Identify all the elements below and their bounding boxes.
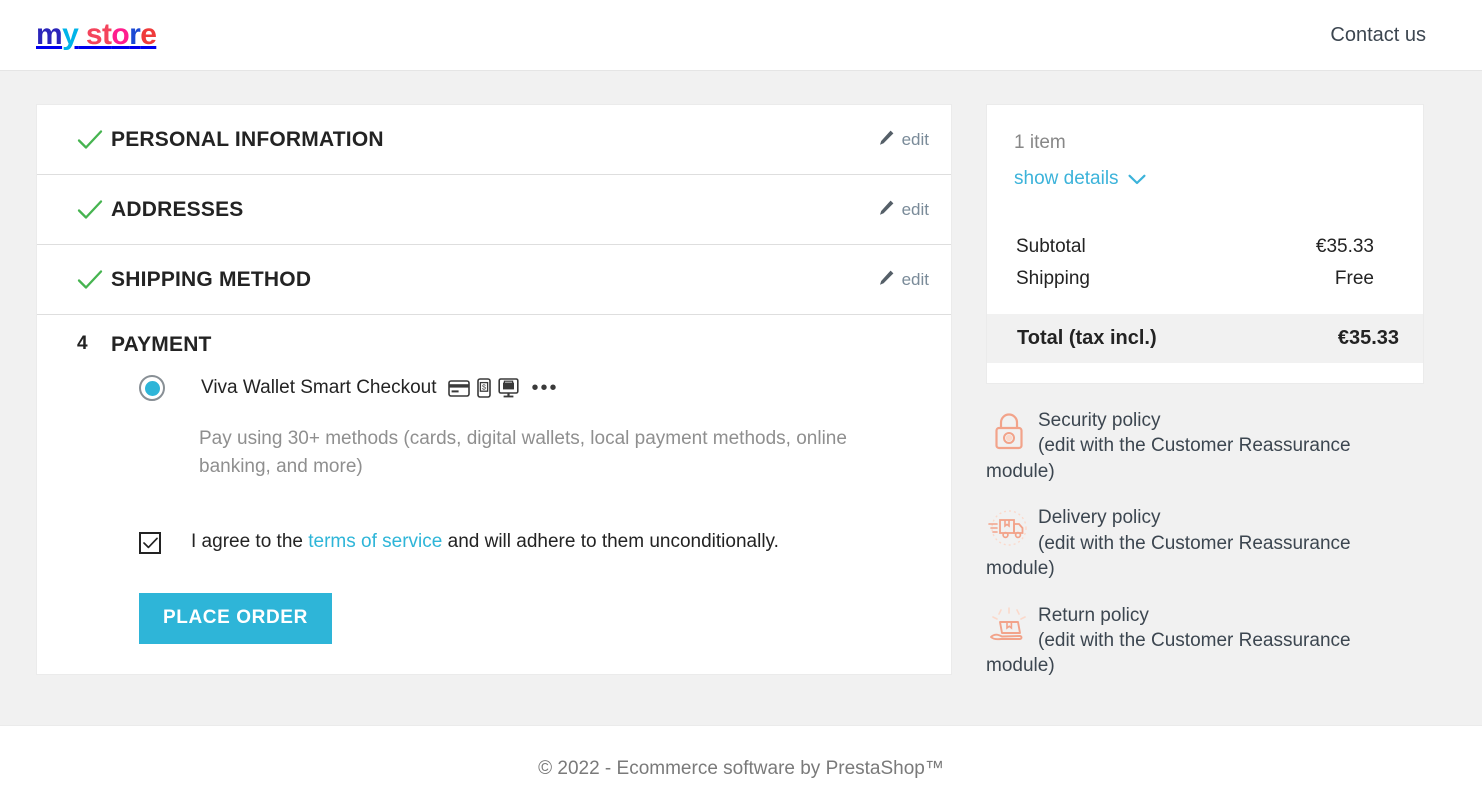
checkout-step-addresses[interactable]: Addresses edit [37,175,951,245]
order-summary-card: 1 item show details Subtotal €35.33 Ship… [986,104,1424,384]
summary-row-subtotal: Subtotal €35.33 [1016,231,1374,263]
site-footer: © 2022 - Ecommerce software by PrestaSho… [0,725,1482,811]
svg-text:$: $ [483,384,487,391]
check-icon [77,199,111,221]
copyright-text: © 2022 - Ecommerce software by PrestaSho… [538,757,944,779]
checkout-step-personal-information[interactable]: Personal Information edit [37,105,951,175]
edit-label: edit [901,129,929,149]
pencil-icon [878,269,895,291]
edit-shipping-method-link[interactable]: edit [878,269,929,291]
edit-label: edit [901,269,929,289]
step-title: Shipping Method [111,267,312,291]
pencil-icon [878,199,895,221]
logo-letters-st: st [78,18,112,51]
step-title: Personal Information [111,127,384,151]
checkout-page: Personal Information edit Addresses [0,71,1482,679]
policy-subtitle: (edit with the Customer Reassurance modu… [986,532,1351,580]
policy-subtitle: (edit with the Customer Reassurance modu… [986,629,1351,677]
summary-total-value: €35.33 [1337,326,1399,349]
pencil-icon [878,129,895,151]
policy-title: Return policy [1038,604,1149,626]
site-header: my store Contact us [0,0,1482,71]
payment-body: Viva Wallet Smart Checkout $ ••• Pay usi… [37,375,951,674]
summary-row-value: Free [1334,267,1374,289]
show-details-toggle[interactable]: show details [1014,168,1146,190]
logo-letter-r: r [129,18,141,51]
terms-suffix: and will adhere to them unconditionally. [442,531,779,553]
logo-letter-y: y [62,18,79,51]
check-icon [77,269,111,291]
checkout-step-shipping-method[interactable]: Shipping Method edit [37,245,951,315]
edit-personal-information-link[interactable]: edit [878,129,929,151]
logo-letter-m: m [36,18,63,51]
checkout-card: Personal Information edit Addresses [36,104,952,675]
payment-method-icons: $ ••• [448,378,558,398]
site-logo[interactable]: my store [36,18,157,51]
credit-card-icon [448,379,471,397]
payment-option-label: Viva Wallet Smart Checkout [201,377,437,398]
payment-option-viva-wallet[interactable]: Viva Wallet Smart Checkout $ ••• [77,375,929,401]
terms-prefix: I agree to the [191,531,309,553]
online-payment-icon [498,378,520,398]
payment-radio-viva-wallet[interactable] [139,375,165,401]
policy-title: Delivery policy [1038,507,1161,529]
step-number: 4 [77,333,88,354]
return-box-icon [986,603,1032,649]
policy-block-return: Return policy (edit with the Customer Re… [986,603,1424,679]
mobile-payment-icon: $ [477,378,492,398]
summary-total-row: Total (tax incl.) €35.33 [987,313,1423,363]
terms-agreement-row: I agree to the terms of service and will… [139,529,929,556]
radio-selected-dot [144,380,160,396]
show-details-label: show details [1014,168,1119,189]
summary-total-label: Total (tax incl.) [1017,326,1157,349]
policy-title: Security policy [1038,409,1161,431]
lock-icon [986,408,1032,454]
place-order-button[interactable]: Place order [139,592,332,644]
check-icon [77,129,111,151]
checkmark-icon [142,537,158,549]
chevron-down-icon [1128,174,1146,185]
logo-letter-o: o [111,18,130,51]
logo-letter-e: e [140,18,157,51]
summary-lines: Subtotal €35.33 Shipping Free [1014,231,1396,295]
summary-row-shipping: Shipping Free [1016,263,1374,295]
edit-label: edit [901,199,929,219]
policy-block-delivery: Delivery policy (edit with the Customer … [986,505,1424,581]
summary-row-value: €35.33 [1315,236,1374,257]
delivery-truck-icon [986,505,1032,551]
step-title: Addresses [111,197,244,221]
terms-checkbox[interactable] [139,532,161,555]
checkout-steps-column: Personal Information edit Addresses [36,104,952,675]
terms-text: I agree to the terms of service and will… [191,529,779,556]
step-title: Payment [111,333,212,356]
summary-row-label: Shipping [1016,267,1090,289]
edit-addresses-link[interactable]: edit [878,199,929,221]
payment-option-description: Pay using 30+ methods (cards, digital wa… [199,428,847,478]
summary-row-label: Subtotal [1016,236,1086,257]
policy-subtitle: (edit with the Customer Reassurance modu… [986,435,1351,482]
contact-us-link[interactable]: Contact us [1330,24,1426,47]
order-summary-column: 1 item show details Subtotal €35.33 Ship… [986,104,1424,679]
checkout-step-payment: 4 Payment Viva Wallet Smart Checkout [37,315,951,674]
terms-of-service-link[interactable]: terms of service [308,531,442,552]
reassurance-policies: Security policy (edit with the Customer … [986,408,1424,679]
more-methods-icon: ••• [531,377,559,399]
policy-block-security: Security policy (edit with the Customer … [986,408,1424,484]
item-count-label: 1 item [1014,132,1066,153]
